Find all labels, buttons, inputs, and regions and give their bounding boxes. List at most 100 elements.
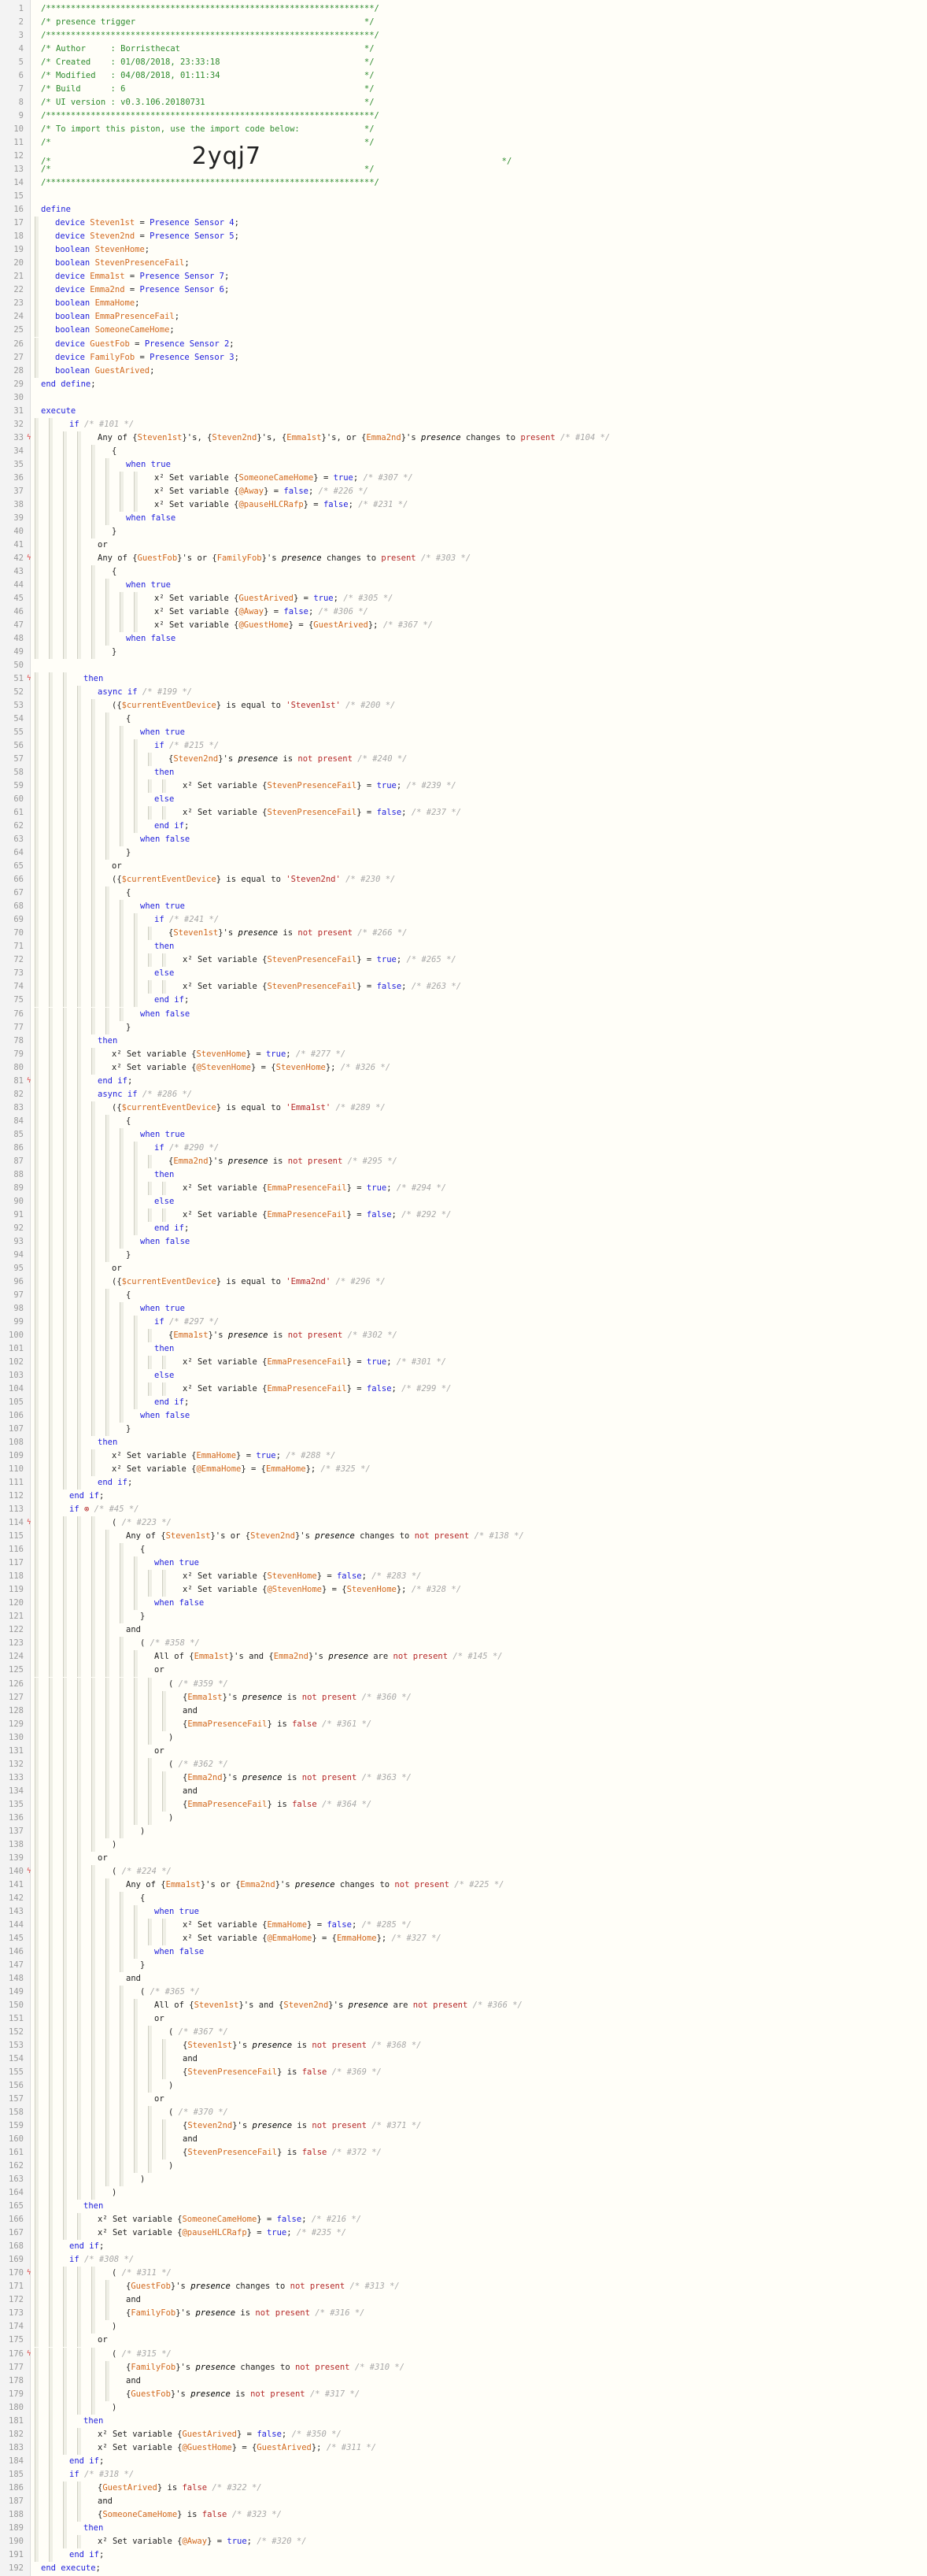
indent-guide (63, 578, 67, 592)
indent-guide (120, 820, 124, 834)
code-line: 126( /* #359 */ (0, 1677, 927, 1691)
plain-token: ; (174, 312, 180, 322)
indent-guide (35, 1047, 39, 1061)
indent-guide (91, 1261, 95, 1275)
indent-guide (77, 1007, 81, 1021)
indent-guide (63, 2160, 67, 2174)
plain-token: ({ (112, 701, 122, 711)
comment-token: /***************************************… (41, 31, 379, 41)
indent-guide (91, 1020, 95, 1034)
keyword-token: device (55, 339, 90, 349)
indent-guide (49, 1047, 53, 1061)
indent-guide (35, 2334, 39, 2348)
indent-guide (77, 1423, 81, 1437)
attribute-token: presence (195, 2308, 236, 2319)
indent-guide (49, 1315, 53, 1329)
indent-guide (63, 1382, 67, 1397)
plain-token: ; (150, 365, 155, 376)
line-number: 112 (9, 1491, 24, 1501)
indent-guide (35, 1891, 39, 1905)
indent-guide (35, 1851, 39, 1865)
plain-token: ; (169, 325, 175, 335)
indent-guide (77, 498, 81, 512)
indent-guide (105, 1583, 109, 1597)
indent-guide (120, 2106, 124, 2120)
indent-guide (91, 913, 95, 927)
code-text: { (126, 712, 131, 726)
indent-guide (120, 498, 124, 512)
indent-guide (35, 2160, 39, 2174)
plain-token: Any of { (98, 553, 138, 563)
attribute-token: presence (281, 553, 322, 563)
value-token: not present (394, 1879, 449, 1889)
indent-guide (63, 511, 67, 525)
indent-guide (49, 1623, 53, 1638)
statement-id-token: /* #362 */ (178, 1759, 228, 1769)
variable-token: Steven2nd (212, 432, 257, 442)
indent-guide (77, 2093, 81, 2107)
code-line: 114 ϟ( /* #223 */ (0, 1516, 927, 1530)
code-line: 14/*************************************… (0, 176, 927, 190)
keyword-token: if (154, 741, 169, 751)
indent-guide (91, 1864, 95, 1878)
indent-guide (91, 1208, 95, 1222)
code-text: end if; (98, 1476, 132, 1490)
line-number: 158 (9, 2108, 24, 2118)
plain-token: x² Set variable { (183, 1357, 268, 1368)
line-number: 84 (13, 1116, 24, 1126)
code-line: 6/* Modified : 04/08/2018, 01:11:34 */ (0, 69, 927, 83)
indent-guide (105, 2146, 109, 2160)
indent-guide (162, 2146, 166, 2160)
line-number: 66 (13, 875, 24, 885)
indent-guide (77, 444, 81, 458)
indent-guide (49, 1677, 53, 1691)
indent-guide (49, 779, 53, 794)
value-token: not present (287, 1156, 343, 1166)
indent-guide (105, 753, 109, 767)
code-line: 35 when true (0, 457, 927, 472)
indent-guide (77, 2267, 81, 2281)
indent-guide (49, 1530, 53, 1544)
indent-guide (134, 1730, 138, 1745)
plain-token: ; (229, 339, 235, 349)
line-number: 15 (13, 191, 24, 202)
indent-guide (120, 913, 124, 927)
variable-token: Emma2nd (366, 432, 401, 442)
indent-guide (63, 1730, 67, 1745)
indent-guide (120, 605, 124, 619)
indent-guide (148, 1811, 152, 1825)
code-line: 93 when false (0, 1234, 927, 1249)
indent-guide (49, 1597, 53, 1611)
line-number: 142 (9, 1893, 24, 1903)
indent-guide (105, 498, 109, 512)
indent-guide (35, 953, 39, 968)
indent-guide (120, 1556, 124, 1571)
indent-guide (105, 1288, 109, 1302)
statement-id-token: /* #311 */ (321, 2442, 377, 2452)
indent-guide (105, 1918, 109, 1932)
indent-guide (77, 524, 81, 539)
indent-guide (49, 2414, 53, 2428)
indent-guide (49, 511, 53, 525)
keyword-token: end if (69, 1491, 99, 1501)
line-number: 132 (9, 1759, 24, 1769)
plain-token: } is (177, 2509, 202, 2519)
indent-guide (35, 2240, 39, 2254)
line-number: 124 (9, 1652, 24, 1662)
indent-guide (63, 591, 67, 605)
indent-guide (105, 1168, 109, 1182)
indent-guide (49, 2253, 53, 2267)
plain-token: }'s and { (228, 1652, 274, 1662)
indent-guide (35, 1664, 39, 1678)
keyword-token: true (376, 955, 397, 965)
code-line: 151 or (0, 2012, 927, 2026)
line-number: 77 (13, 1022, 24, 1032)
indent-guide (49, 2494, 53, 2508)
indent-guide (148, 1328, 152, 1342)
indent-guide (49, 1154, 53, 1168)
code-line: 79 x² Set variable {StevenHome} = true; /… (0, 1047, 927, 1061)
indent-guide (91, 1141, 95, 1155)
indent-guide (35, 1248, 39, 1262)
indent-guide (148, 1797, 152, 1812)
indent-guide (162, 1784, 166, 1798)
